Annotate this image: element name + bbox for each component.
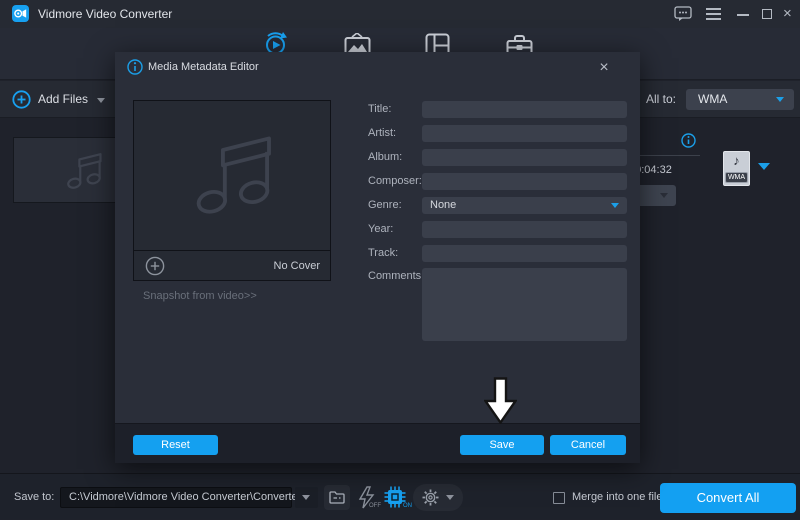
save-path-field[interactable]: C:\Vidmore\Vidmore Video Converter\Conve… xyxy=(60,487,292,508)
save-button[interactable]: Save xyxy=(460,435,544,455)
no-cover-label: No Cover xyxy=(274,251,320,281)
annotation-down-arrow xyxy=(484,377,517,424)
item-format-dropdown-icon[interactable] xyxy=(758,163,770,170)
dialog-footer: Reset Save Cancel xyxy=(115,423,640,463)
chevron-down-icon xyxy=(611,203,619,208)
off-label: OFF xyxy=(369,503,381,509)
media-metadata-editor-dialog: Media Metadata Editor × No Cover Snapsho… xyxy=(115,52,640,463)
bottom-bar: Save to: C:\Vidmore\Vidmore Video Conver… xyxy=(0,473,800,519)
snapshot-from-video-link[interactable]: Snapshot from video>> xyxy=(143,290,257,302)
save-path-value: C:\Vidmore\Vidmore Video Converter\Conve… xyxy=(69,488,304,507)
dialog-close-icon[interactable]: × xyxy=(595,59,613,77)
track-label: Track: xyxy=(368,245,398,262)
composer-field[interactable] xyxy=(422,173,627,190)
close-window-icon[interactable]: × xyxy=(783,5,800,21)
genre-label: Genre: xyxy=(368,197,402,214)
chevron-down-icon xyxy=(660,193,668,198)
add-files-plus-icon[interactable] xyxy=(12,90,31,114)
artist-field[interactable] xyxy=(422,125,627,142)
hardware-acceleration-off-icon[interactable]: OFF xyxy=(355,486,379,510)
chevron-down-icon xyxy=(302,495,310,500)
window-title: Vidmore Video Converter xyxy=(38,0,172,28)
gear-icon xyxy=(422,489,439,506)
cover-art-box: No Cover xyxy=(133,100,331,281)
open-folder-button[interactable] xyxy=(324,485,350,510)
format-badge: WMA xyxy=(725,172,748,183)
music-note-icon: ♪ xyxy=(724,152,749,170)
comments-field[interactable] xyxy=(422,268,627,341)
cancel-button[interactable]: Cancel xyxy=(550,435,626,455)
track-field[interactable] xyxy=(422,245,627,262)
music-note-icon xyxy=(62,148,106,192)
convert-all-button[interactable]: Convert All xyxy=(660,483,796,513)
save-to-label: Save to: xyxy=(14,474,54,520)
genre-value: None xyxy=(430,197,456,214)
merge-checkbox[interactable] xyxy=(553,492,565,504)
cover-strip: No Cover xyxy=(134,250,330,280)
artist-label: Artist: xyxy=(368,125,396,142)
album-field[interactable] xyxy=(422,149,627,166)
add-cover-button[interactable] xyxy=(145,256,165,281)
on-label: ON xyxy=(403,503,412,509)
item-info-icon[interactable] xyxy=(681,133,696,153)
all-to-label: All to: xyxy=(646,81,676,118)
dialog-title: Media Metadata Editor xyxy=(148,52,259,82)
menu-icon[interactable] xyxy=(706,8,724,24)
year-field[interactable] xyxy=(422,221,627,238)
dialog-info-icon xyxy=(127,59,143,80)
save-path-dropdown[interactable] xyxy=(295,487,318,508)
composer-label: Composer: xyxy=(368,173,422,190)
divider xyxy=(640,155,700,156)
feedback-icon[interactable] xyxy=(674,6,692,22)
output-format-file-icon[interactable]: ♪ WMA xyxy=(723,151,750,186)
add-files-button[interactable]: Add Files xyxy=(38,81,88,118)
title-bar: Vidmore Video Converter × xyxy=(0,0,800,28)
album-label: Album: xyxy=(368,149,402,166)
year-label: Year: xyxy=(368,221,393,238)
music-note-icon xyxy=(185,125,281,221)
output-format-value: WMA xyxy=(698,89,727,110)
title-field[interactable] xyxy=(422,101,627,118)
reset-button[interactable]: Reset xyxy=(133,435,218,455)
merge-label: Merge into one file xyxy=(572,474,663,520)
chevron-down-icon xyxy=(446,495,454,500)
comments-label: Comments: xyxy=(368,268,424,285)
output-format-dropdown[interactable]: WMA xyxy=(686,89,794,110)
genre-dropdown[interactable]: None xyxy=(422,197,627,214)
app-logo-icon xyxy=(12,5,29,22)
maximize-icon[interactable] xyxy=(762,9,780,25)
title-label: Title: xyxy=(368,101,391,118)
chevron-down-icon xyxy=(776,97,784,102)
add-files-dropdown-icon[interactable] xyxy=(97,98,105,103)
settings-button[interactable] xyxy=(413,484,463,511)
gpu-acceleration-on-icon[interactable]: ON xyxy=(384,486,410,510)
